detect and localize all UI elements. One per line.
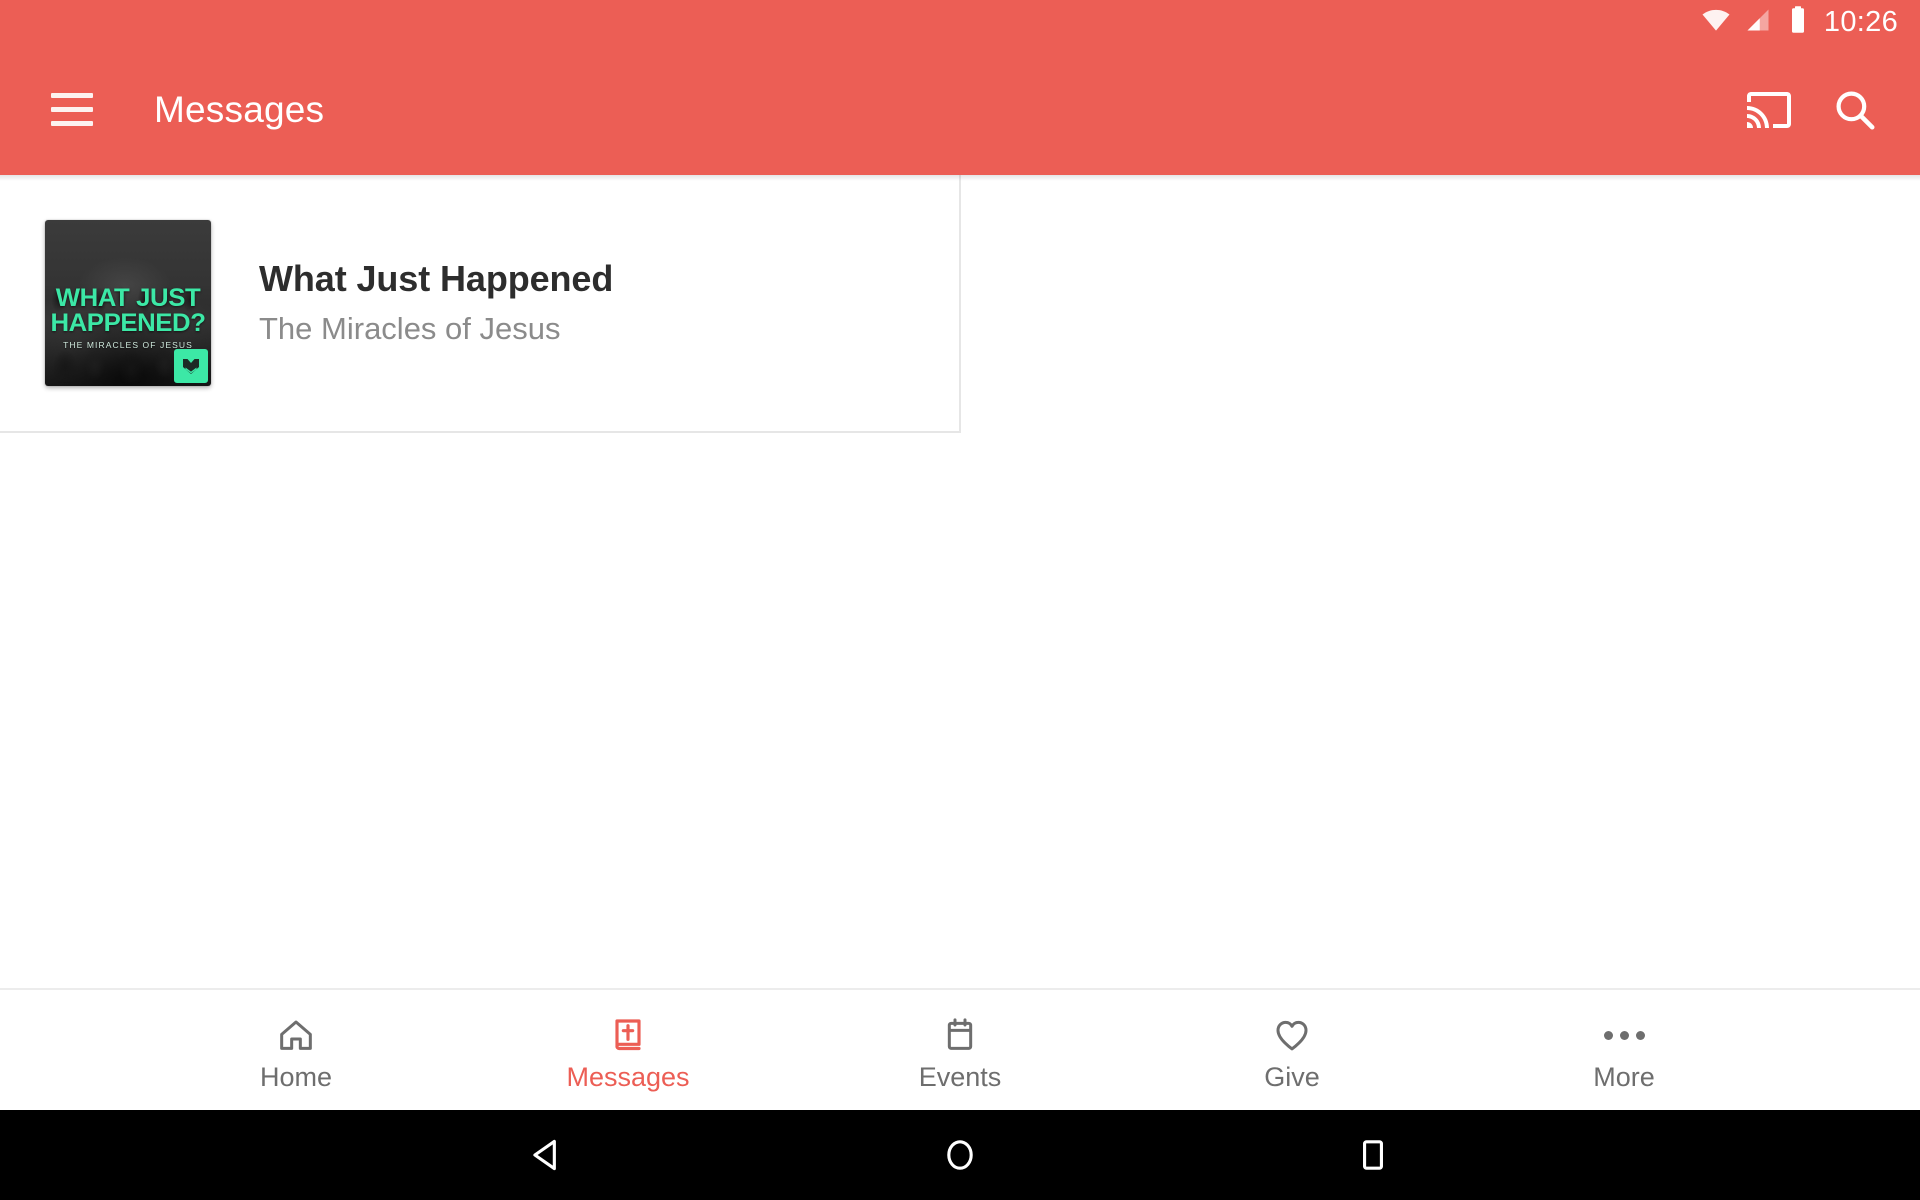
bible-cross-icon: [608, 1015, 648, 1055]
nav-item-messages[interactable]: Messages: [462, 990, 794, 1110]
bottom-navigation-bar: Home Messages Events Give More: [0, 988, 1920, 1110]
list-item[interactable]: WHAT JUST HAPPENED? THE MIRACLES OF JESU…: [0, 175, 961, 433]
thumbnail-title-line-2: HAPPENED?: [50, 308, 206, 337]
status-bar: 10:26: [0, 0, 1920, 44]
nav-item-give[interactable]: Give: [1126, 990, 1458, 1110]
cellular-signal-icon: [1744, 6, 1772, 39]
nav-label-events: Events: [918, 1062, 1002, 1092]
nav-label-more: More: [1593, 1062, 1655, 1092]
wifi-icon: [1701, 5, 1731, 40]
android-system-navigation: [0, 1110, 1920, 1200]
android-recents-button[interactable]: [1318, 1110, 1428, 1200]
more-dots-icon: [1603, 1015, 1645, 1055]
calendar-icon: [940, 1015, 980, 1055]
message-title: What Just Happened: [259, 257, 614, 299]
nav-label-give: Give: [1264, 1062, 1320, 1092]
cast-icon[interactable]: [1726, 67, 1812, 153]
android-back-button[interactable]: [492, 1110, 602, 1200]
android-home-button[interactable]: [905, 1110, 1015, 1200]
hamburger-menu-icon[interactable]: [22, 93, 122, 126]
nav-item-home[interactable]: Home: [130, 990, 462, 1110]
nav-item-more[interactable]: More: [1458, 990, 1790, 1110]
app-root: 10:26 Messages WHAT JUST HAPPENED? THE M…: [0, 0, 1920, 1200]
app-toolbar: Messages: [0, 44, 1920, 175]
home-icon: [276, 1015, 316, 1055]
nav-label-home: Home: [259, 1062, 333, 1092]
nav-item-events[interactable]: Events: [794, 990, 1126, 1110]
message-subtitle: The Miracles of Jesus: [259, 311, 561, 347]
thumbnail-text: WHAT JUST HAPPENED? THE MIRACLES OF JESU…: [45, 286, 211, 350]
search-icon[interactable]: [1812, 67, 1898, 153]
status-bar-clock: 10:26: [1823, 5, 1898, 38]
page-title: Messages: [154, 88, 325, 130]
status-bar-icons: [1701, 5, 1811, 40]
thumbnail-title-line-1: WHAT JUST: [55, 284, 201, 313]
battery-icon: [1785, 5, 1811, 40]
church-logo-badge-icon: [174, 349, 208, 383]
nav-label-messages: Messages: [566, 1062, 690, 1092]
message-list: WHAT JUST HAPPENED? THE MIRACLES OF JESU…: [0, 175, 1920, 988]
message-thumbnail: WHAT JUST HAPPENED? THE MIRACLES OF JESU…: [45, 220, 211, 386]
heart-icon: [1272, 1015, 1312, 1055]
message-info: What Just Happened The Miracles of Jesus: [259, 257, 614, 347]
